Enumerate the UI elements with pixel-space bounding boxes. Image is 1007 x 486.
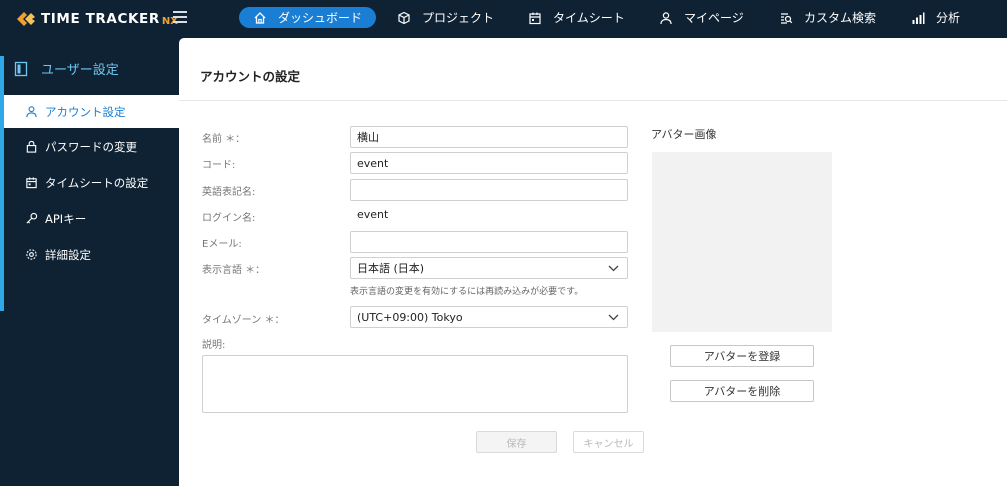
settings-sidebar: ユーザー設定 アカウント設定 パスワードの変更 タイムシートの設定 APIキー … <box>0 38 179 486</box>
sidebar-item-label: 詳細設定 <box>45 247 91 262</box>
name-field[interactable]: 横山 <box>350 126 628 148</box>
chevron-down-icon <box>608 265 619 271</box>
user-icon <box>660 11 672 24</box>
timezone-value: (UTC+09:00) Tokyo <box>357 310 463 324</box>
cancel-button[interactable]: キャンセル <box>573 431 644 453</box>
english-name-label: 英語表記名: <box>202 187 256 198</box>
sidebar-item-advanced[interactable]: 詳細設定 <box>4 238 179 271</box>
cube-icon <box>398 11 410 24</box>
gear-icon <box>26 249 37 260</box>
menu-toggle-icon[interactable] <box>173 11 187 23</box>
nav-timesheet[interactable]: タイムシート <box>528 7 625 28</box>
sidebar-header: ユーザー設定 <box>14 59 119 78</box>
email-label: Eメール: <box>202 239 242 250</box>
timezone-label: タイムゾーン ＊： <box>202 315 285 326</box>
delete-avatar-button[interactable]: アバターを削除 <box>670 380 814 402</box>
save-button[interactable]: 保存 <box>476 431 557 453</box>
language-select[interactable]: 日本語 (日本) <box>350 257 628 279</box>
nav-analysis[interactable]: 分析 <box>911 7 960 28</box>
sidebar-item-label: アカウント設定 <box>45 104 126 119</box>
nav-projects-label: プロジェクト <box>422 11 495 25</box>
nav-mypage-label: マイページ <box>684 11 744 25</box>
nav-dashboard[interactable]: ダッシュボード <box>239 7 377 28</box>
lock-icon <box>26 140 37 153</box>
logo-text: TIME TRACKER <box>41 11 160 27</box>
book-icon <box>14 61 28 76</box>
code-field[interactable]: event <box>350 152 628 174</box>
language-hint: 表示言語の変更を有効にするには再読み込みが必要です。 <box>350 287 584 297</box>
login-value: event <box>357 208 389 221</box>
nav-mypage[interactable]: マイページ <box>659 7 744 28</box>
sidebar-item-password[interactable]: パスワードの変更 <box>4 130 179 163</box>
page-title: アカウントの設定 <box>200 69 301 84</box>
language-label: 表示言語 ＊： <box>202 265 266 276</box>
nav-dashboard-label: ダッシュボード <box>278 11 363 25</box>
sidebar-header-label: ユーザー設定 <box>41 63 119 78</box>
sidebar-item-account[interactable]: アカウント設定 <box>4 95 179 128</box>
login-label: ログイン名: <box>202 213 256 224</box>
name-value: 横山 <box>357 131 379 144</box>
sidebar-item-timesheet[interactable]: タイムシートの設定 <box>4 166 179 199</box>
description-label: 説明: <box>202 340 226 351</box>
calendar-icon <box>26 177 37 189</box>
code-value: event <box>357 156 389 170</box>
sidebar-item-label: APIキー <box>45 211 87 226</box>
page-header: アカウントの設定 <box>179 38 1007 101</box>
name-label: 名前 ＊： <box>202 134 246 145</box>
nav-custom-search-label: カスタム検索 <box>804 11 877 25</box>
top-navigation-bar: TIME TRACKER NX ダッシュボード プロジェクト タイムシート マイ… <box>0 0 1007 38</box>
app-logo[interactable]: TIME TRACKER NX <box>15 8 178 30</box>
nav-custom-search[interactable]: カスタム検索 <box>779 7 876 28</box>
nav-analysis-label: 分析 <box>936 11 961 25</box>
home-icon <box>254 11 266 24</box>
description-textarea[interactable] <box>202 355 628 413</box>
avatar-preview <box>652 152 832 332</box>
english-name-field[interactable] <box>350 179 628 201</box>
main-content: アカウントの設定 名前 ＊： 横山 コード: event 英語表記名: ログイン… <box>179 38 1007 486</box>
nav-timesheet-label: タイムシート <box>553 11 625 25</box>
user-icon <box>26 106 37 118</box>
timezone-select[interactable]: (UTC+09:00) Tokyo <box>350 306 628 328</box>
calendar-icon <box>529 12 541 24</box>
register-avatar-button[interactable]: アバターを登録 <box>670 345 814 367</box>
sidebar-item-label: パスワードの変更 <box>45 139 137 154</box>
search-list-icon <box>781 12 793 24</box>
nav-projects[interactable]: プロジェクト <box>397 7 494 28</box>
chevron-down-icon <box>608 314 619 320</box>
language-value: 日本語 (日本) <box>357 262 425 275</box>
code-label: コード: <box>202 160 236 171</box>
logo-icon <box>17 12 35 26</box>
bar-chart-icon <box>912 12 925 24</box>
sidebar-item-api-key[interactable]: APIキー <box>4 202 179 235</box>
sidebar-item-label: タイムシートの設定 <box>45 175 149 190</box>
key-icon <box>26 212 38 224</box>
email-field[interactable] <box>350 231 628 253</box>
avatar-title: アバター画像 <box>651 128 717 141</box>
